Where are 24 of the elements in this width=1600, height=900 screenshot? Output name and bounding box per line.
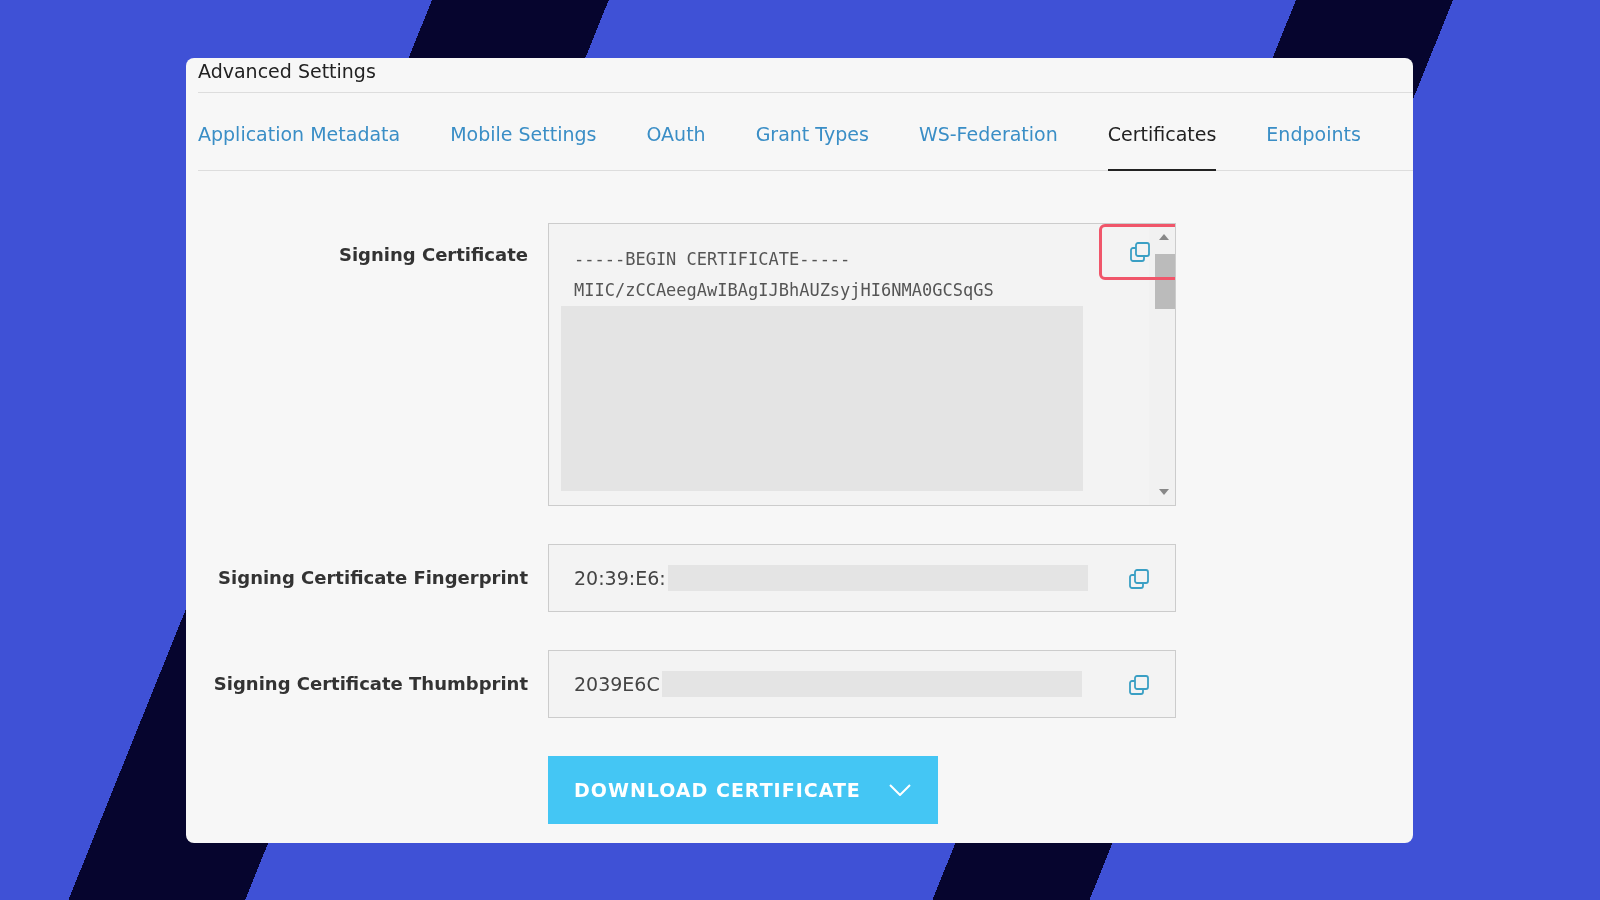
copy-icon [1128,567,1150,590]
tab[interactable]: Application Metadata [198,93,401,171]
tab[interactable]: Certificates [1107,93,1217,171]
tab[interactable]: WS-Federation [918,93,1058,171]
copy-icon [1129,240,1151,263]
field-label: Signing Certificate [338,242,528,267]
text-field[interactable]: 2039E6C [548,649,1176,718]
certificate-text: MIIC/zCCAeegAwIBAgIJBhAUZsyjHI6NMA0GCSqGS [574,278,994,302]
copy-button[interactable] [1099,223,1175,280]
download-certificate-button[interactable]: DOWNLOAD CERTIFICATE [548,755,938,824]
panel-title: Advanced Settings [198,58,1413,93]
field-label: Signing Certificate Fingerprint [217,565,528,590]
field-value: 2039E6C [574,672,660,695]
tab[interactable]: OAuth [646,93,706,171]
certificate-text-area[interactable]: -----BEGIN CERTIFICATE----- MIIC/zCCAeegAwIBAgIJBhAUZsyjHI6NMA0GCSqGS [548,222,1176,506]
tab[interactable]: Grant Types [755,93,869,171]
tab[interactable]: Endpoints [1266,93,1361,171]
certificate-text: -----BEGIN CERTIFICATE----- [574,247,851,271]
field-value: 20:39:E6: [574,566,666,589]
copy-icon [1128,673,1150,696]
text-field[interactable]: 20:39:E6: [548,543,1176,612]
chevron-down-icon [888,783,911,796]
tab[interactable]: Mobile Settings [450,93,597,171]
field-label: Signing Certificate Thumbprint [212,671,528,696]
